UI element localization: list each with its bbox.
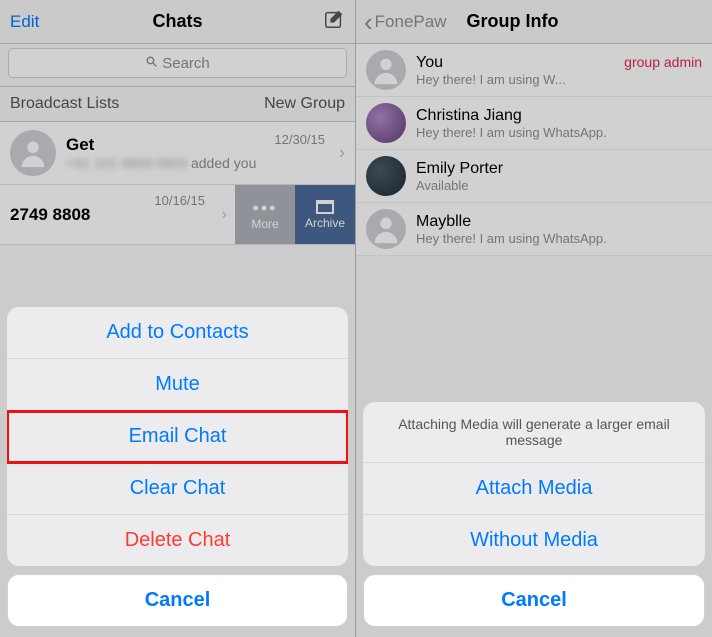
media-action-sheet: Attaching Media will generate a larger e… [363,402,705,627]
cancel-button[interactable]: Cancel [363,574,705,627]
screenshot-right: ‹ FonePaw Group Info You Hey there! I am… [356,0,712,637]
chat-action-sheet: Add to Contacts Mute Email Chat Clear Ch… [7,307,348,627]
action-sheet-options: Attaching Media will generate a larger e… [363,402,705,566]
attach-media-option[interactable]: Attach Media [363,463,705,515]
action-sheet-overlay: Add to Contacts Mute Email Chat Clear Ch… [0,0,355,637]
cancel-button[interactable]: Cancel [7,574,348,627]
action-sheet-options: Add to Contacts Mute Email Chat Clear Ch… [7,307,348,566]
clear-chat-option[interactable]: Clear Chat [7,463,348,515]
email-chat-option[interactable]: Email Chat [7,411,348,463]
mute-option[interactable]: Mute [7,359,348,411]
screenshot-left: Edit Chats Search Broadcast Lists New Gr… [0,0,356,637]
sheet-title: Attaching Media will generate a larger e… [363,402,705,463]
delete-chat-option[interactable]: Delete Chat [7,515,348,566]
action-sheet-overlay: Attaching Media will generate a larger e… [356,0,712,637]
add-to-contacts-option[interactable]: Add to Contacts [7,307,348,359]
without-media-option[interactable]: Without Media [363,515,705,566]
